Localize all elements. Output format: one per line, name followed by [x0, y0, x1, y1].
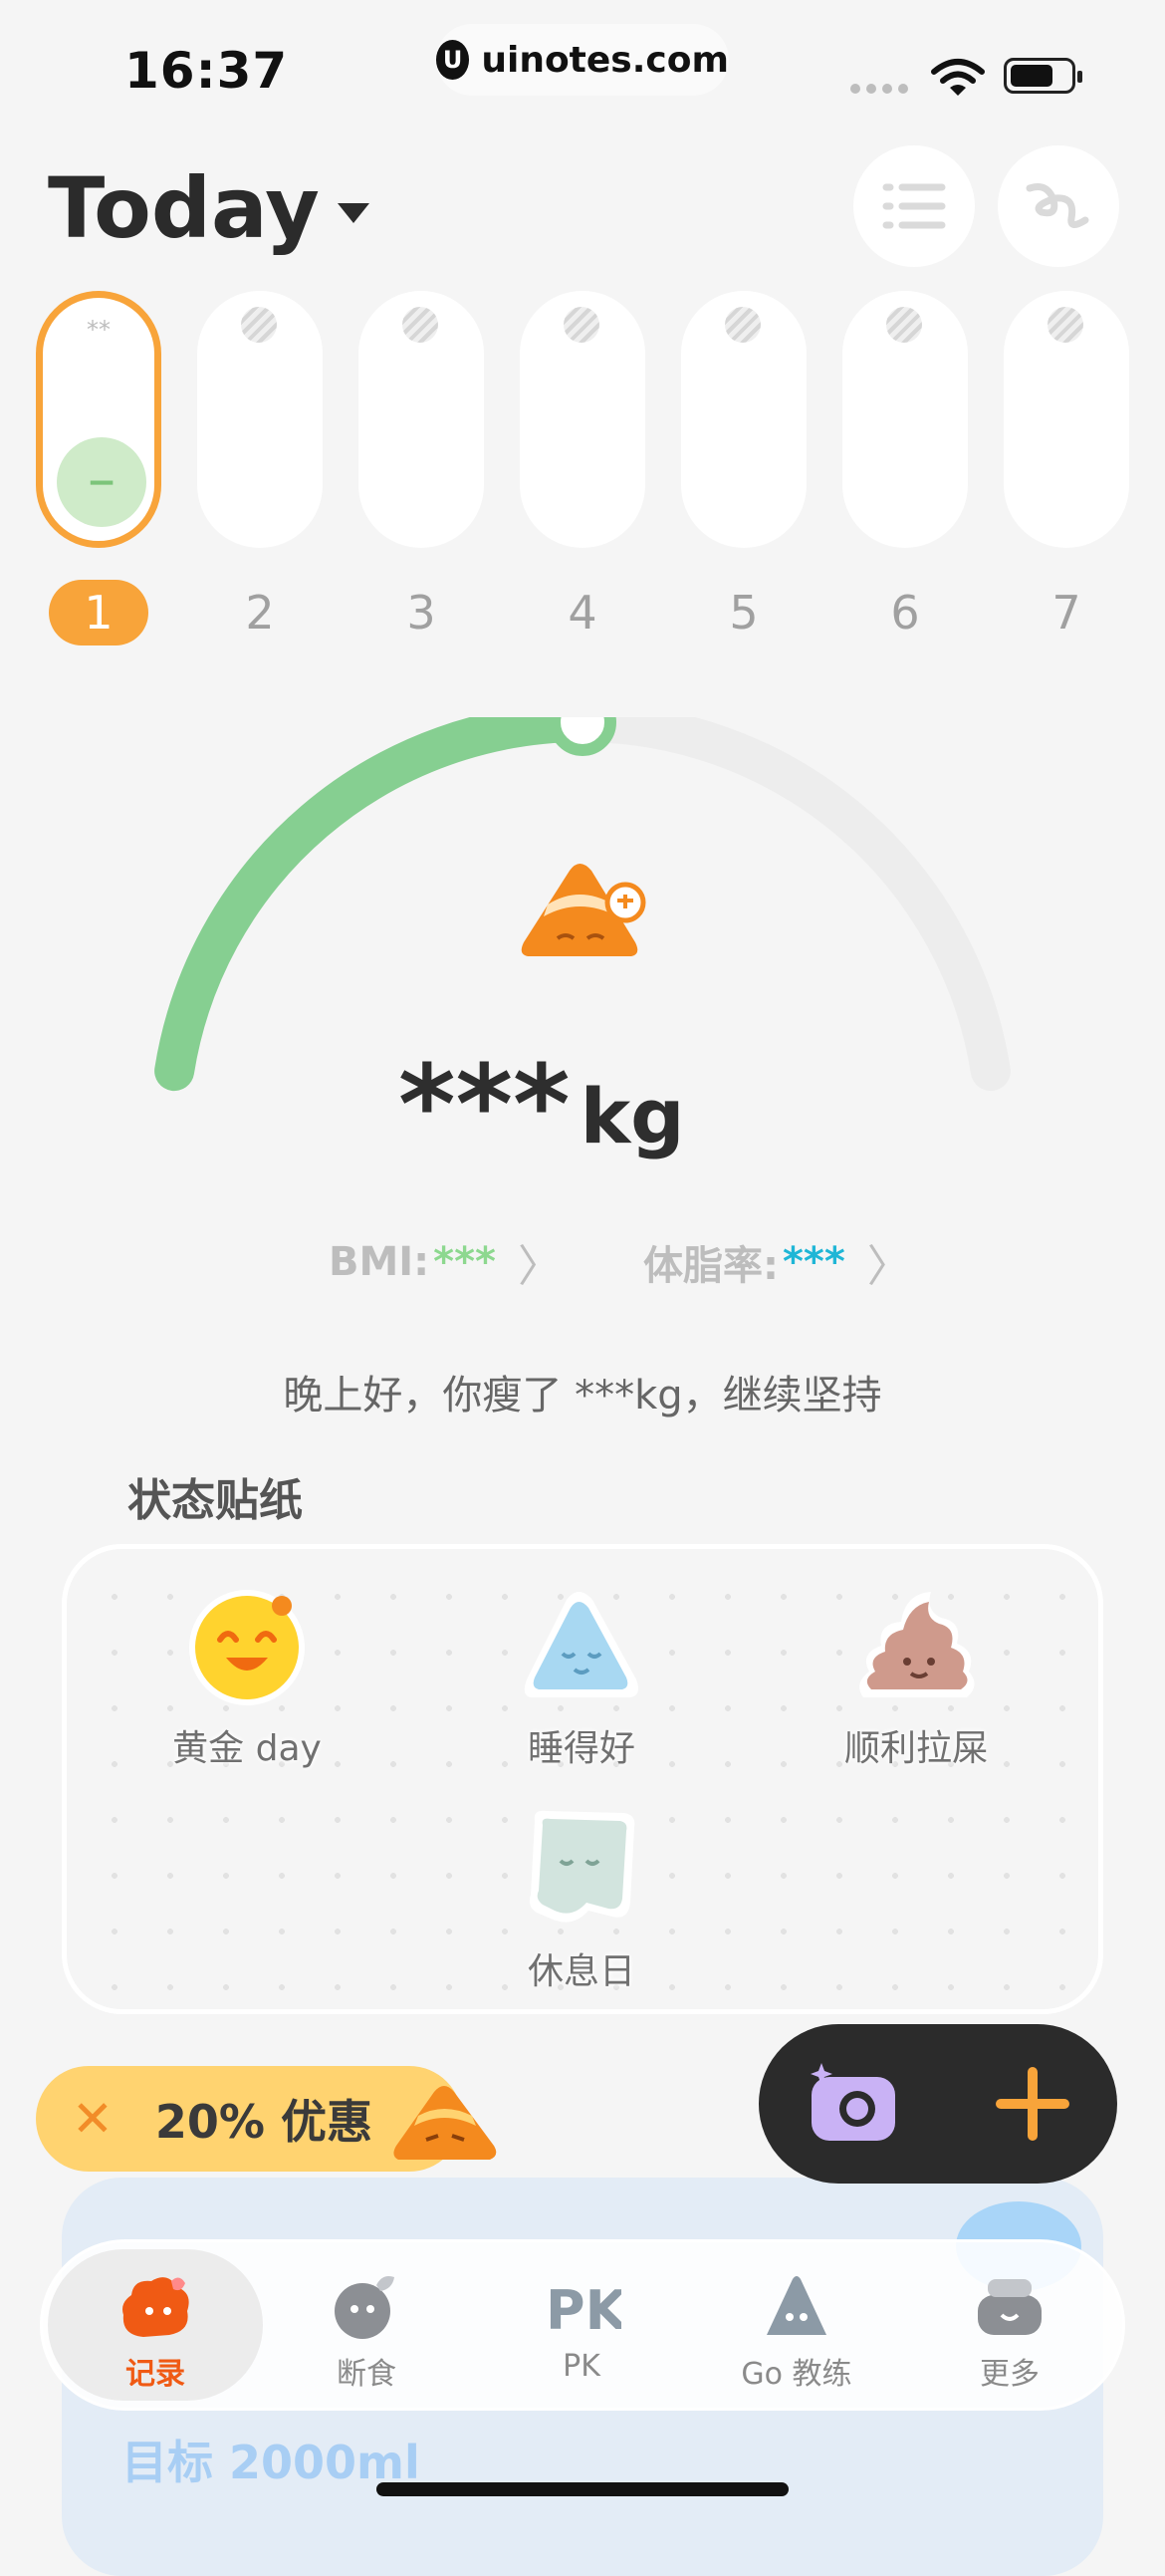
url-pill[interactable]: U uinotes.com: [436, 24, 729, 96]
trend-icon: [1026, 183, 1089, 228]
day-6-card[interactable]: [842, 291, 968, 548]
tab-label: 记录: [125, 2357, 185, 2392]
day-4-card[interactable]: [520, 291, 645, 548]
day-5-card[interactable]: [681, 291, 807, 548]
tab-label: 更多: [980, 2357, 1040, 2392]
site-logo-icon: U: [436, 40, 470, 80]
ai-camera-button[interactable]: [804, 2059, 903, 2149]
date-selector[interactable]: Today: [48, 159, 369, 257]
day-1-stars: **: [87, 316, 111, 344]
empty-day-icon: [241, 307, 277, 343]
empty-day-icon: [1048, 307, 1083, 343]
promo-mascot-icon: [393, 2086, 497, 2160]
url-text: uinotes.com: [481, 39, 729, 81]
sticker-rest-day[interactable]: 休息日: [482, 1803, 681, 1994]
tab-fasting[interactable]: 断食: [267, 2271, 466, 2393]
coach-icon: [767, 2276, 826, 2335]
more-icon: [978, 2279, 1042, 2335]
day-2-card[interactable]: [197, 291, 323, 548]
sticker-label: 休息日: [527, 1951, 635, 1992]
body-fat-value: ***: [783, 1239, 845, 1285]
wifi-icon: [931, 59, 985, 96]
mascot-icon: [521, 864, 646, 956]
rest-sticker-icon: [529, 1810, 635, 1923]
greeting-text: 晚上好，你瘦了 ***kg，继续坚持: [283, 1373, 882, 1418]
tab-more[interactable]: 更多: [910, 2271, 1109, 2393]
caret-down-icon: [337, 203, 369, 223]
page-title: Today: [48, 159, 320, 257]
home-indicator[interactable]: [376, 2482, 789, 2496]
fasting-icon: [335, 2276, 394, 2339]
list-icon: [882, 183, 946, 229]
smiley-sticker-icon: [189, 1590, 305, 1705]
empty-day-icon: [564, 307, 599, 343]
weight-unit: kg: [580, 1072, 685, 1160]
quick-action-bar: [759, 2024, 1117, 2184]
day-1-card[interactable]: ** −: [36, 291, 161, 548]
empty-day-icon: [886, 307, 922, 343]
day-7-card[interactable]: [1004, 291, 1129, 548]
sticker-good-sleep[interactable]: 睡得好: [482, 1580, 681, 1771]
day-number-3[interactable]: 3: [371, 580, 471, 645]
day-3-card[interactable]: [358, 291, 484, 548]
body-fat-label: 体脂率:: [643, 1243, 779, 1289]
gauge-progress: [154, 717, 602, 1092]
tab-pk[interactable]: PK PK: [482, 2271, 681, 2384]
bmi-value: ***: [433, 1239, 496, 1285]
sticker-poop[interactable]: 顺利拉屎: [816, 1580, 1016, 1771]
sticker-golden-day[interactable]: 黄金 day: [147, 1580, 347, 1771]
status-time: 16:37: [124, 42, 289, 100]
promo-text: 20% 优惠: [154, 2095, 373, 2149]
chevron-right-icon: 〉: [517, 1241, 562, 1292]
sticker-label: 睡得好: [527, 1728, 635, 1769]
svg-text:PK: PK: [546, 2279, 621, 2341]
bmi-link[interactable]: BMI: *** 〉: [329, 1230, 562, 1294]
sticker-label: 顺利拉屎: [843, 1728, 988, 1769]
weight-display: *** kg: [398, 1041, 685, 1168]
pk-icon: PK: [546, 2279, 629, 2342]
empty-day-icon: [402, 307, 438, 343]
bmi-label: BMI:: [329, 1239, 430, 1285]
record-icon: [122, 2277, 189, 2337]
list-button[interactable]: [853, 145, 975, 267]
add-record-button[interactable]: [993, 2064, 1072, 2144]
poop-sticker-icon: [859, 1592, 975, 1697]
sticker-label: 黄金 day: [172, 1728, 322, 1769]
day-number-2[interactable]: 2: [210, 580, 310, 645]
water-goal-text: 目标 2000ml: [121, 2436, 420, 2489]
close-icon[interactable]: ✕: [72, 2090, 114, 2148]
day-number-6[interactable]: 6: [855, 580, 955, 645]
chevron-right-icon: 〉: [866, 1241, 911, 1292]
day-number-5[interactable]: 5: [694, 580, 794, 645]
day-number-1[interactable]: 1: [49, 580, 148, 645]
day-number-4[interactable]: 4: [533, 580, 632, 645]
empty-day-icon: [725, 307, 761, 343]
tab-label: 断食: [337, 2357, 396, 2392]
stickers-title: 状态贴纸: [127, 1475, 303, 1526]
gauge-knob: [549, 717, 616, 756]
tab-coach[interactable]: Go 教练: [697, 2271, 896, 2393]
tab-label: Go 教练: [741, 2357, 852, 2392]
day-1-mark: −: [57, 437, 146, 527]
sleep-sticker-icon: [524, 1592, 638, 1697]
day-number-7[interactable]: 7: [1017, 580, 1116, 645]
body-fat-link[interactable]: 体脂率: *** 〉: [643, 1230, 911, 1294]
tab-label: PK: [563, 2349, 600, 2384]
tab-record[interactable]: 记录: [56, 2271, 255, 2393]
battery-icon: [1004, 58, 1082, 94]
weight-value: ***: [398, 1041, 571, 1168]
trend-button[interactable]: [998, 145, 1119, 267]
signal-icon: [850, 84, 908, 94]
